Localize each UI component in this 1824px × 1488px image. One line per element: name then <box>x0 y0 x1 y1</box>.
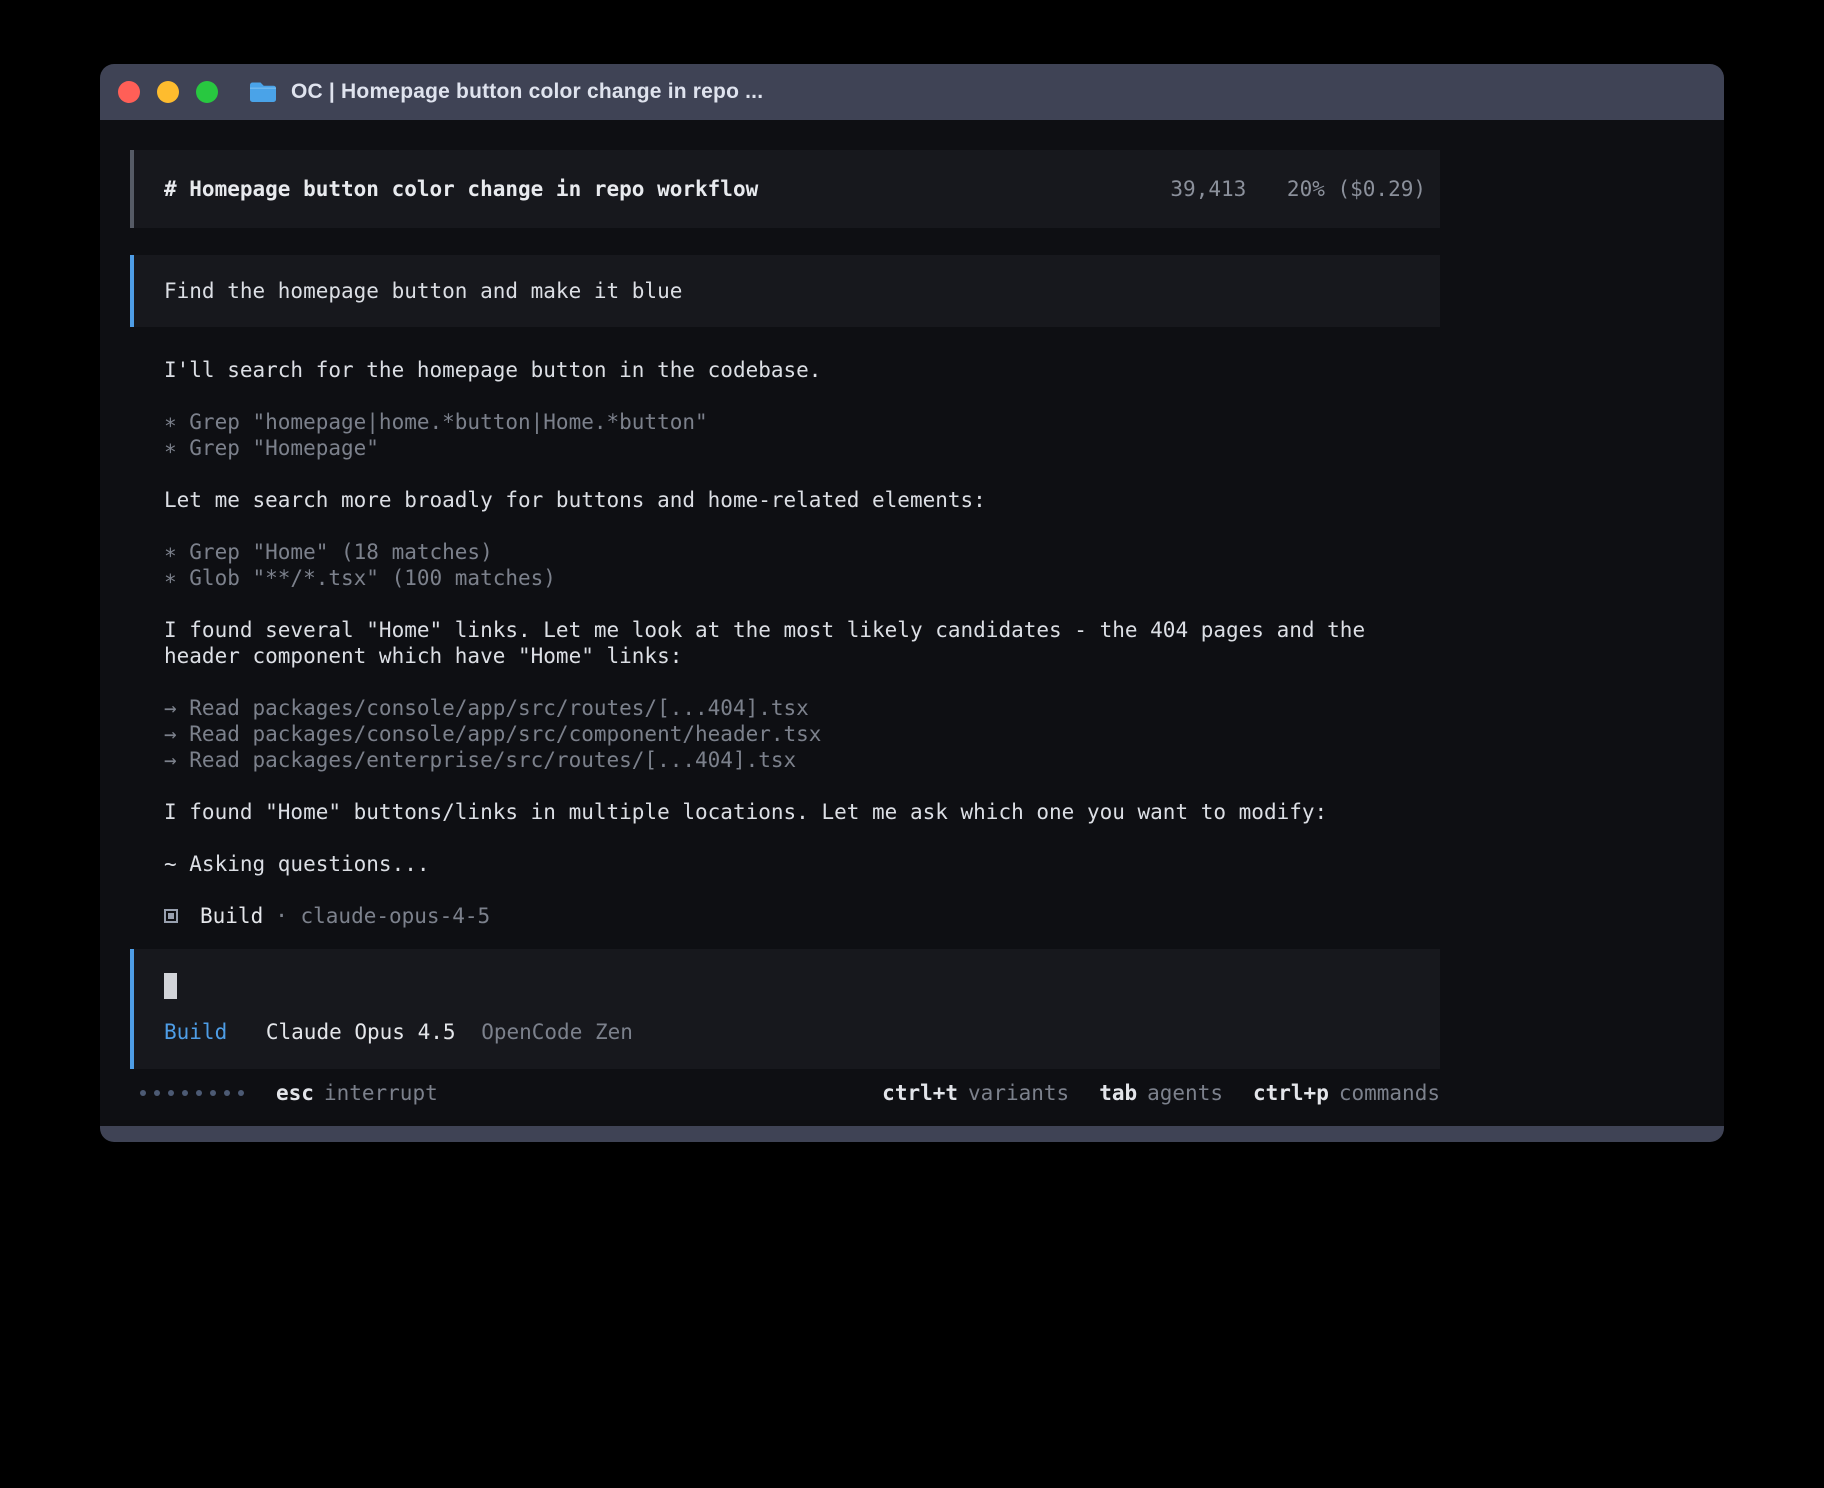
hint-variants: ctrl+tvariants <box>882 1080 1069 1106</box>
provider-label: OpenCode Zen <box>481 1020 633 1044</box>
agent-icon <box>164 909 178 923</box>
esc-label: interrupt <box>324 1081 438 1105</box>
tool-call-read: → Read packages/console/app/src/routes/[… <box>164 695 1440 721</box>
hint-commands: ctrl+pcommands <box>1253 1080 1440 1106</box>
agent-model: · claude-opus-4-5 <box>275 903 490 929</box>
tool-call-read: → Read packages/enterprise/src/routes/[.… <box>164 747 1440 773</box>
input-footer: Build Claude Opus 4.5 OpenCode Zen <box>164 1019 1426 1045</box>
terminal-window: OC | Homepage button color change in rep… <box>100 64 1724 1142</box>
folder-icon <box>248 80 278 104</box>
hint-interrupt: esc interrupt <box>276 1080 438 1106</box>
status-text: ~ Asking questions... <box>164 851 1440 877</box>
status-bar: esc interrupt ctrl+tvariants tabagents ct… <box>130 1080 1440 1106</box>
tool-call-read: → Read packages/console/app/src/componen… <box>164 721 1440 747</box>
tool-call-grep: ∗ Grep "Home" (18 matches) <box>164 539 1440 565</box>
session-title: # Homepage button color change in repo w… <box>164 176 758 202</box>
assistant-text: I found "Home" buttons/links in multiple… <box>164 799 1440 825</box>
model-label: Claude Opus 4.5 <box>266 1020 456 1044</box>
traffic-lights <box>118 81 218 103</box>
session-header: # Homepage button color change in repo w… <box>130 150 1440 228</box>
mode-label: Build <box>164 1020 227 1044</box>
text-cursor <box>164 973 177 999</box>
user-message: Find the homepage button and make it blu… <box>130 255 1440 327</box>
assistant-text: I found several "Home" links. Let me loo… <box>164 617 1440 669</box>
tool-call-grep: ∗ Grep "Homepage" <box>164 435 1440 461</box>
agent-name: Build <box>200 903 263 929</box>
conversation: I'll search for the homepage button in t… <box>130 357 1440 929</box>
minimize-button[interactable] <box>157 81 179 103</box>
user-message-text: Find the homepage button and make it blu… <box>164 278 1426 304</box>
prompt-input[interactable]: Build Claude Opus 4.5 OpenCode Zen <box>130 949 1440 1069</box>
assistant-text: I'll search for the homepage button in t… <box>164 357 1440 383</box>
session-stats: 39,413 20% ($0.29) <box>1170 176 1426 202</box>
esc-key: esc <box>276 1081 314 1105</box>
context-usage: 20% ($0.29) <box>1287 177 1426 201</box>
token-count: 39,413 <box>1170 177 1246 201</box>
window-title: OC | Homepage button color change in rep… <box>291 80 763 104</box>
tool-call-grep: ∗ Grep "homepage|home.*button|Home.*butt… <box>164 409 1440 435</box>
keyboard-hints: ctrl+tvariants tabagents ctrl+pcommands <box>882 1080 1440 1106</box>
close-button[interactable] <box>118 81 140 103</box>
tool-call-glob: ∗ Glob "**/*.tsx" (100 matches) <box>164 565 1440 591</box>
zoom-button[interactable] <box>196 81 218 103</box>
assistant-text: Let me search more broadly for buttons a… <box>164 487 1440 513</box>
terminal-body: # Homepage button color change in repo w… <box>100 120 1724 1126</box>
window-title-group: OC | Homepage button color change in rep… <box>248 80 763 104</box>
hint-agents: tabagents <box>1099 1080 1223 1106</box>
titlebar: OC | Homepage button color change in rep… <box>100 64 1724 120</box>
activity-dots <box>140 1090 244 1096</box>
agent-status-row: Build · claude-opus-4-5 <box>164 903 1440 929</box>
